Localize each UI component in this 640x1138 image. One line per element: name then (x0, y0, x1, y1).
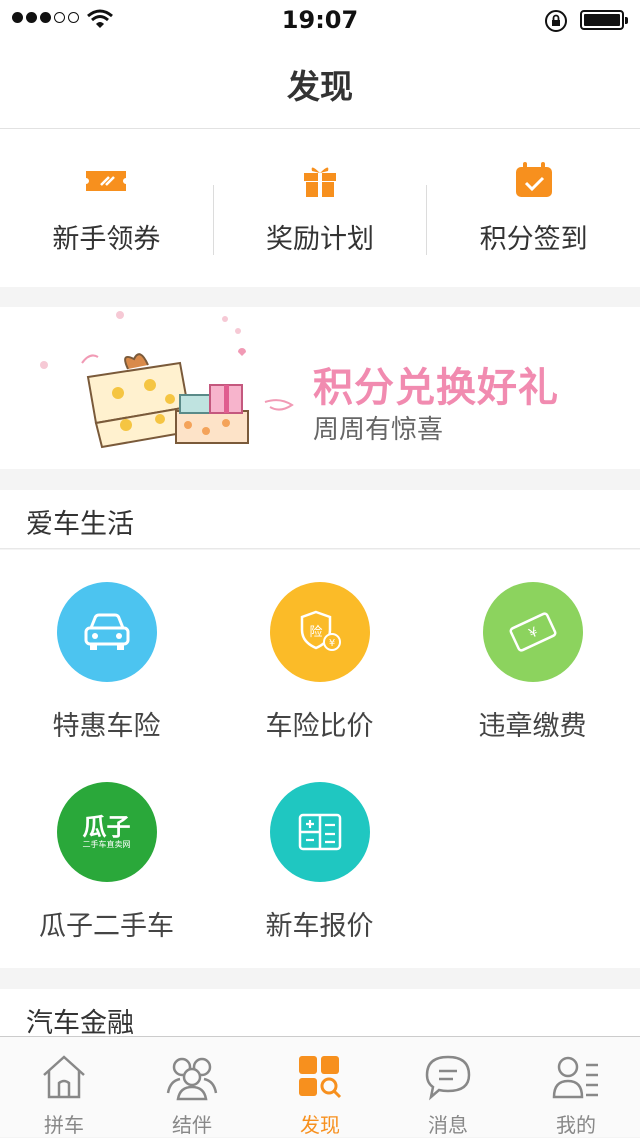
guazi-logo-subtext: 二手车直卖网 (82, 840, 131, 849)
banner-title: 积分兑换好礼 (313, 365, 559, 411)
tab-bar: 拼车 结伴 发现 消息 我的 (0, 1036, 640, 1137)
svg-text:¥: ¥ (526, 625, 540, 642)
section-header-car-life: 爱车生活 (0, 490, 640, 549)
service-guazi-used-car[interactable]: 瓜子 二手车直卖网 瓜子二手车 (0, 782, 213, 943)
quick-actions: 新手领券 奖励计划 积分签到 (0, 129, 640, 287)
quick-action-reward-plan[interactable]: 奖励计划 (214, 129, 427, 287)
section-header-finance: 汽车金融 (0, 989, 640, 1039)
banner-subtitle: 周周有惊喜 (313, 415, 444, 445)
promo-banner[interactable]: 积分兑换好礼 周周有惊喜 (0, 307, 640, 469)
svg-text:险: 险 (309, 625, 322, 640)
car-icon (56, 582, 157, 682)
tab-messages[interactable]: 消息 (384, 1037, 512, 1137)
page-title: 发现 (287, 67, 353, 106)
service-grid: 特惠车险 险 ¥ 车险比价 ¥ 违章缴费 瓜子 二手车直卖网 瓜子二手车 新车报… (0, 550, 640, 968)
service-label: 瓜子二手车 (39, 911, 174, 942)
home-icon (43, 1055, 85, 1099)
profile-icon (552, 1056, 598, 1099)
group-icon (166, 1057, 218, 1101)
section-title: 汽车金融 (26, 1008, 134, 1039)
tab-discover[interactable]: 发现 (256, 1037, 384, 1137)
section-title: 爱车生活 (26, 509, 134, 540)
tab-label: 拼车 (44, 1113, 84, 1137)
service-insurance-compare[interactable]: 险 ¥ 车险比价 (213, 582, 426, 743)
gift-icon (304, 167, 336, 197)
orientation-lock-icon (545, 10, 567, 32)
navigation-bar: 发现 (0, 40, 640, 129)
calendar-check-icon (515, 162, 552, 197)
quick-action-label: 积分签到 (479, 224, 588, 255)
quick-action-label: 奖励计划 (266, 224, 374, 255)
discover-icon (299, 1056, 342, 1099)
quick-action-checkin[interactable]: 积分签到 (427, 129, 640, 287)
service-discount-insurance[interactable]: 特惠车险 (0, 582, 213, 743)
service-label: 车险比价 (265, 711, 374, 742)
insurance-shield-icon: 险 ¥ (269, 582, 370, 682)
calculator-icon (269, 782, 370, 882)
tab-label: 消息 (428, 1113, 468, 1137)
quick-action-coupon[interactable]: 新手领券 (0, 129, 213, 287)
guazi-logo-icon: 瓜子 二手车直卖网 (56, 782, 157, 882)
ticket-payment-icon: ¥ (482, 582, 583, 682)
status-bar: 19:07 (0, 0, 640, 40)
svg-text:¥: ¥ (328, 638, 334, 649)
message-icon (425, 1055, 471, 1101)
service-new-car-quote[interactable]: 新车报价 (213, 782, 426, 943)
tab-label: 结伴 (172, 1113, 212, 1137)
tab-label: 发现 (300, 1113, 340, 1137)
tab-profile[interactable]: 我的 (512, 1037, 640, 1137)
quick-action-label: 新手领券 (52, 224, 161, 255)
ticket-icon (86, 171, 127, 191)
service-violation-payment[interactable]: ¥ 违章缴费 (426, 582, 639, 743)
guazi-logo-text: 瓜子 (82, 813, 131, 841)
battery-icon (580, 10, 628, 30)
service-label: 违章缴费 (478, 711, 587, 742)
service-label: 特惠车险 (52, 711, 161, 742)
gift-boxes-illustration (40, 311, 294, 449)
tab-label: 我的 (556, 1113, 596, 1137)
service-label: 新车报价 (265, 911, 374, 942)
tab-carpool[interactable]: 拼车 (0, 1037, 128, 1137)
tab-companion[interactable]: 结伴 (128, 1037, 256, 1137)
